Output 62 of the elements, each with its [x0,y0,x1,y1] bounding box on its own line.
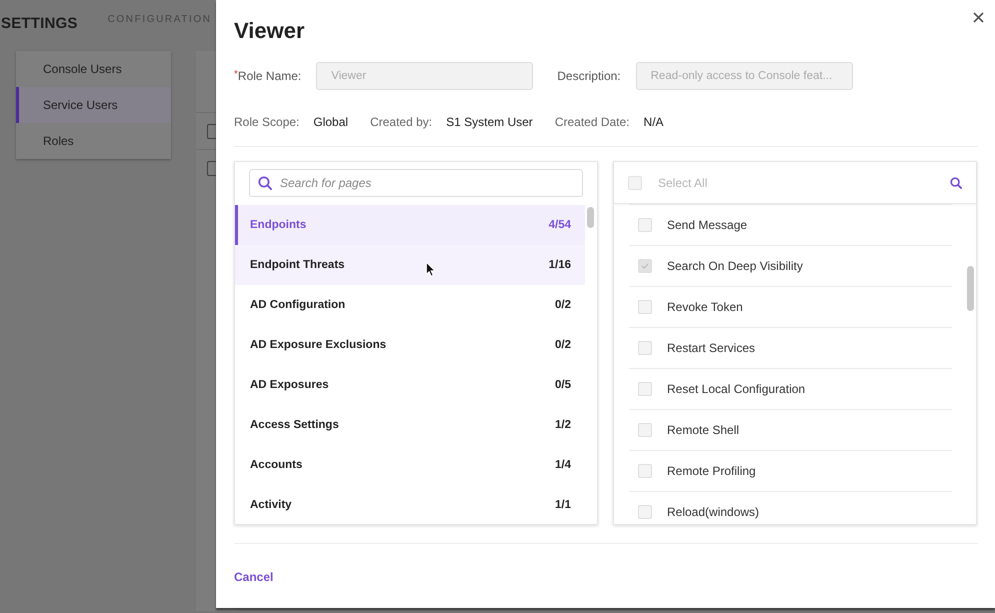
info-value: Global [313,115,348,129]
permission-count: 1/4 [555,459,571,471]
page-name: Activity [250,499,292,511]
select-all-label: Select All [658,176,708,190]
page-list-item[interactable]: Accounts 1/4 [235,445,585,485]
info-value: S1 System User [446,115,533,129]
page-name: AD Exposures [250,379,329,391]
cancel-button[interactable]: Cancel [234,570,274,584]
info-value: N/A [644,115,664,129]
permission-label: Remote Profiling [667,464,756,478]
page-title: SETTINGS [1,14,78,32]
field-label: *Role Name: [234,69,302,83]
page-name: Endpoints [250,219,306,231]
permission-checkbox[interactable] [638,464,652,478]
close-icon[interactable] [973,12,984,23]
dialog-title: Viewer [234,18,305,44]
page-list-item[interactable]: Activity 1/1 [235,485,585,524]
search-icon [258,176,272,190]
page-name: Endpoint Threats [250,259,345,271]
page-list-item[interactable]: Endpoints 4/54 [235,205,585,245]
mouse-pointer-icon [426,262,436,277]
sidebar-item[interactable]: Service Users [16,87,171,123]
page-list-item[interactable]: AD Exposures 0/5 [235,365,585,405]
search-field[interactable]: Search for pages [249,169,583,197]
info-label: Role Scope: [234,115,300,129]
permission-label: Revoke Token [667,300,743,314]
sidebar-item[interactable]: Console Users [16,51,171,87]
permission-label: Restart Services [667,341,756,355]
permission-count: 1/16 [548,259,571,271]
field-label: Description: [557,69,621,83]
page-name: Access Settings [250,419,339,431]
info-label: Created Date: [554,115,630,129]
permission-label: Send Message [667,218,748,232]
scrollbar-thumb[interactable] [587,207,594,228]
permission-checkbox[interactable] [638,505,652,519]
search-icon[interactable] [950,176,962,188]
permission-count: 0/5 [555,379,571,391]
page-name: Accounts [250,459,302,471]
page-list-item[interactable]: AD Exposure Exclusions 0/2 [235,325,585,365]
page-list-item[interactable]: Endpoint Threats 1/16 [235,245,585,285]
permission-count: 0/2 [555,339,571,351]
permission-checkbox[interactable] [638,341,652,355]
permission-count: 1/2 [555,419,571,431]
page-name: AD Exposure Exclusions [250,339,386,351]
page-list-item[interactable]: Access Settings 1/2 [235,405,585,445]
permission-label: Search On Deep Visibility [667,259,803,273]
permission-count: 0/2 [555,299,571,311]
page-list-item[interactable]: AD Configuration 0/2 [235,285,585,325]
permission-checkbox[interactable] [638,300,652,314]
permission-checkbox[interactable] [638,382,652,396]
page-name: AD Configuration [250,299,346,311]
permission-checkbox[interactable] [638,259,652,273]
permission-count: 1/1 [555,499,571,511]
permission-checkbox[interactable] [638,218,652,232]
permission-count: 4/54 [548,219,571,231]
permission-label: Reload(windows) [667,505,760,519]
info-label: Created by: [370,115,432,129]
sidebar-item[interactable]: Roles [16,123,171,159]
permission-label: Reset Local Configuration [667,382,806,396]
permission-label: Remote Shell [667,423,740,437]
scrollbar-thumb[interactable] [967,266,974,311]
permission-checkbox[interactable] [638,423,652,437]
